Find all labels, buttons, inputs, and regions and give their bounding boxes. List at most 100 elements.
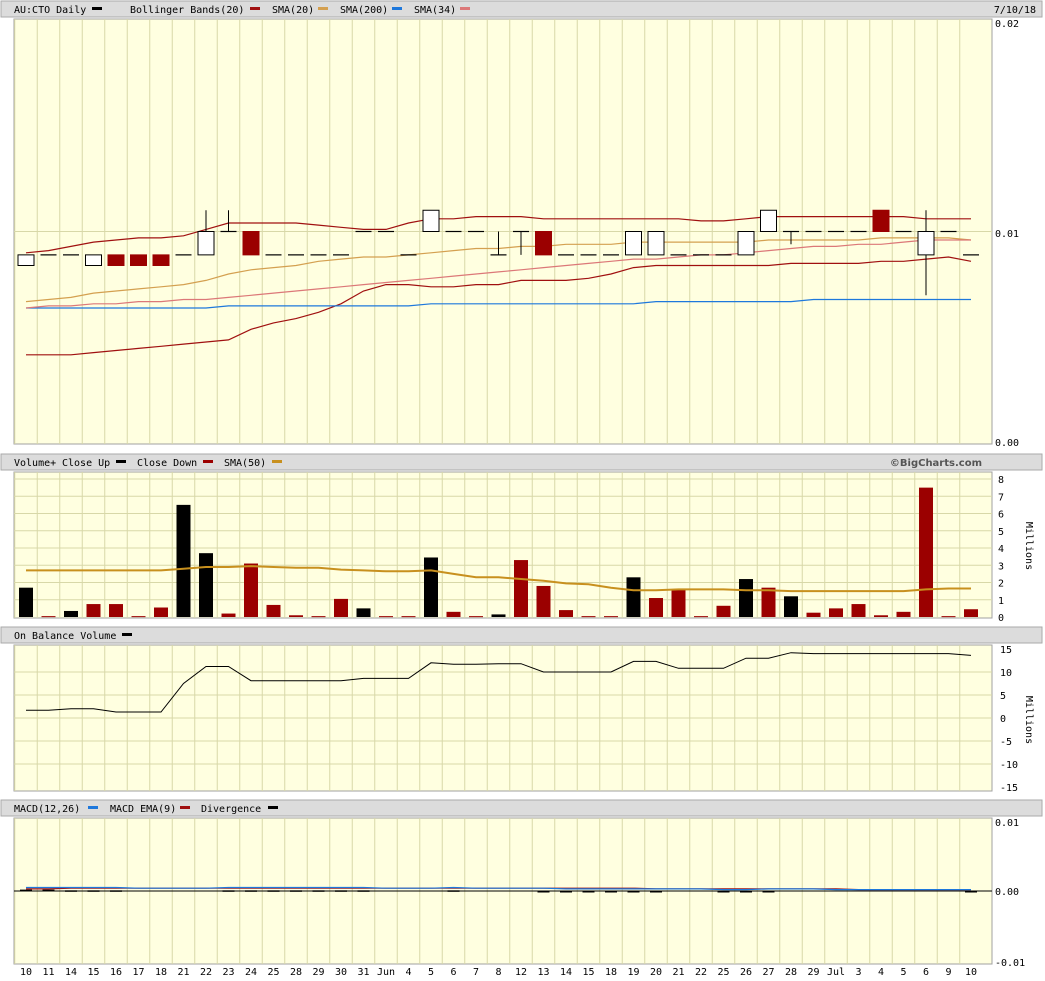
volume-bar-up xyxy=(199,553,213,617)
x-axis-label: 18 xyxy=(605,967,617,978)
x-axis-label: 14 xyxy=(65,967,77,978)
divergence-bar xyxy=(650,891,662,893)
x-axis-label: 7 xyxy=(473,967,479,978)
close-up-legend-swatch xyxy=(116,460,126,463)
x-axis-label: 24 xyxy=(245,967,257,978)
volume-bar-up xyxy=(739,579,753,617)
x-axis-label: 21 xyxy=(177,967,189,978)
volume-bar-down xyxy=(851,604,866,617)
candle-down xyxy=(130,254,147,266)
sma34-legend-swatch xyxy=(460,7,470,10)
divergence-bar xyxy=(717,891,730,893)
candle-down xyxy=(872,209,890,232)
divergence-bar xyxy=(245,890,257,892)
volume-title: Volume+ xyxy=(14,458,56,469)
divergence-bar xyxy=(267,890,280,892)
divergence-bar xyxy=(65,890,77,892)
volume-bar-down xyxy=(266,604,281,617)
candle-up xyxy=(17,254,35,266)
obv-header-bar xyxy=(0,626,1043,644)
volume-bar-down xyxy=(379,616,393,618)
macd-y-tick-high: 0.01 xyxy=(995,818,1019,829)
volume-y-tick: 6 xyxy=(998,510,1004,521)
volume-bar-down xyxy=(874,615,888,617)
x-axis-label: 5 xyxy=(428,967,434,978)
x-axis-label: 16 xyxy=(110,967,122,978)
obv-y-tick: 10 xyxy=(1000,668,1012,679)
x-axis-label: 11 xyxy=(42,967,54,978)
x-axis-label: 25 xyxy=(267,967,279,978)
volume-bar-down xyxy=(919,487,933,617)
volume-bar-down xyxy=(694,616,708,618)
divergence-bar xyxy=(582,891,595,893)
volume-bar-down xyxy=(41,616,56,618)
candle-down xyxy=(242,231,260,256)
divergence-bar xyxy=(560,891,572,893)
volume-bar-down xyxy=(401,616,416,618)
divergence-bar xyxy=(290,890,302,892)
macd-ema-legend-label: MACD EMA(9) xyxy=(110,804,176,815)
x-axis-label: 30 xyxy=(335,967,347,978)
volume-bar-down xyxy=(581,616,596,618)
divergence-legend-swatch xyxy=(268,806,278,809)
candle-up xyxy=(422,209,440,232)
x-axis-label: 13 xyxy=(537,967,549,978)
divergence-bar xyxy=(740,891,752,893)
macd-legend-label: MACD(12,26) xyxy=(14,804,80,815)
divergence-bar xyxy=(447,890,460,892)
candle-down xyxy=(152,254,170,266)
volume-bar-down xyxy=(131,616,146,618)
obv-legend-swatch xyxy=(122,633,132,636)
macd-y-tick-low: -0.01 xyxy=(995,958,1025,969)
macd-ema-legend-swatch xyxy=(180,806,190,809)
candle-up xyxy=(647,231,665,256)
x-axis-label: 6 xyxy=(450,967,456,978)
volume-bar-down xyxy=(941,616,956,618)
sma50-legend-label: SMA(50) xyxy=(224,458,266,469)
price-title: AU:CTO Daily xyxy=(14,5,86,16)
x-axis-label: 6 xyxy=(923,967,929,978)
close-up-legend-label: Close Up xyxy=(62,458,110,469)
x-axis-label: 28 xyxy=(290,967,302,978)
candle-up xyxy=(197,231,215,256)
volume-bar-down xyxy=(536,585,551,617)
x-axis-label: 22 xyxy=(695,967,707,978)
divergence-bar xyxy=(537,891,550,893)
divergence-bar xyxy=(312,890,325,892)
divergence-bar xyxy=(20,889,32,892)
obv-y-tick: -10 xyxy=(1000,760,1018,771)
volume-bar-down xyxy=(446,611,461,617)
volume-bar-down xyxy=(311,616,326,618)
x-axis-label: 22 xyxy=(200,967,212,978)
volume-bar-down xyxy=(896,611,911,617)
volume-bar-up xyxy=(356,608,371,617)
volume-bar-down xyxy=(154,607,168,617)
volume-y-tick: 8 xyxy=(998,475,1004,486)
divergence-bar xyxy=(110,890,122,892)
volume-y-tick: 7 xyxy=(998,492,1004,503)
divergence-bar xyxy=(357,890,370,892)
obv-y-tick: 15 xyxy=(1000,645,1012,656)
x-axis-label: 5 xyxy=(900,967,906,978)
volume-bar-down xyxy=(671,589,686,617)
price-y-tick-high: 0.02 xyxy=(995,19,1019,30)
copyright: ©BigCharts.com xyxy=(890,458,982,469)
bollinger-legend-label: Bollinger Bands(20) xyxy=(130,5,244,16)
candle-down xyxy=(107,254,125,266)
volume-y-tick: 1 xyxy=(998,596,1004,607)
sma200-legend-swatch xyxy=(392,7,402,10)
volume-bar-down xyxy=(964,609,978,617)
macd-panel: MACD(12,26) MACD EMA(9) Divergence 0.01 … xyxy=(0,799,1043,969)
x-axis-label: 9 xyxy=(945,967,951,978)
sma50-legend-swatch xyxy=(272,460,282,463)
x-axis-label: Jul xyxy=(827,967,845,978)
x-axis-labels: 10 11 14 15 16 17 18 21 22 23 24 25 28 29 30 31 Jun 4 5 6 7 8… xyxy=(20,967,977,978)
volume-bar-down xyxy=(559,610,573,617)
volume-y-tick: 2 xyxy=(998,579,1004,590)
obv-y-tick: 5 xyxy=(1000,691,1006,702)
candle-up xyxy=(737,231,755,256)
candle-up xyxy=(85,254,102,266)
macd-y-tick-mid: 0.00 xyxy=(995,887,1019,898)
x-axis-label: 12 xyxy=(515,967,527,978)
x-axis-label: 17 xyxy=(132,967,144,978)
